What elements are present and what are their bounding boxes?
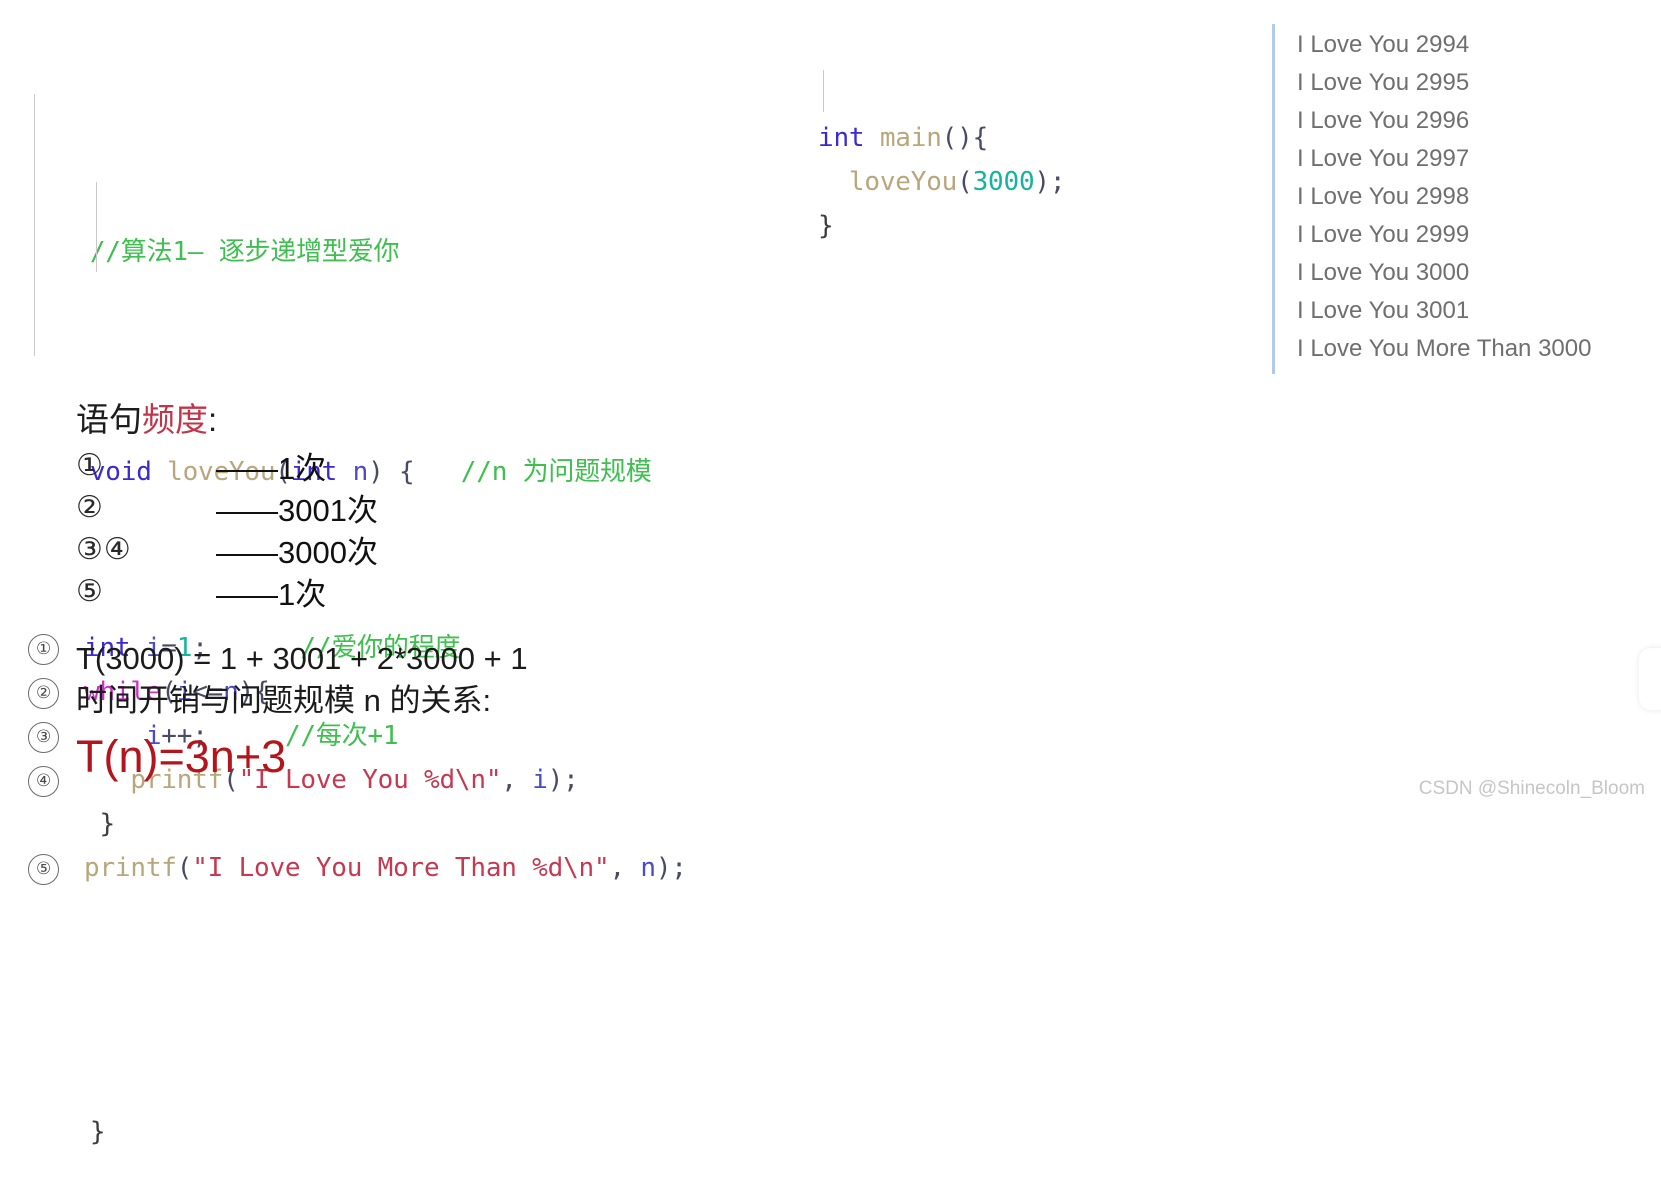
console-line-list: I Love You 2994 I Love You 2995 I Love You… <box>1297 26 1644 368</box>
frequency-row-1-count: ——1次 <box>216 450 327 486</box>
frequency-row-3-marks: ③④ <box>76 532 132 566</box>
step-marker-6: ⑤ <box>28 854 59 885</box>
console-line-9: I Love You More Than 3000 <box>1297 335 1592 362</box>
indent-guide-outer <box>34 94 35 356</box>
step-marker-3: ③ <box>28 722 59 753</box>
frequency-table: ① ——1次 ② ——3001次 ③④ ——3000次 ⑤ ——1次 <box>76 444 528 612</box>
main-function-body: int main(){ loveYou(3000);} <box>818 116 1066 248</box>
main-code-line-1-token-0: int <box>818 123 865 153</box>
code-line-6-token-4: n <box>640 853 656 883</box>
main-function-code-block: int main(){ loveYou(3000);} <box>818 28 1066 292</box>
console-line-8: I Love You 3001 <box>1297 297 1470 324</box>
code-line-6-token-2: "I Love You More Than %d\n" <box>192 853 610 883</box>
csdn-watermark: CSDN @Shinecoln_Bloom <box>1418 778 1645 799</box>
main-code-line-1-token-1: main <box>864 123 942 153</box>
main-code-line-3-token-0: } <box>818 211 834 241</box>
console-line-7: I Love You 3000 <box>1297 259 1470 286</box>
code-line-title-comment: //算法1— 逐步递增型爱你 <box>28 186 687 267</box>
main-code-line-2-token-3: ); <box>1034 167 1066 197</box>
title-comment-text: //算法1— 逐步递增型爱你 <box>89 237 400 267</box>
frequency-row-2-marks: ② <box>76 490 104 524</box>
complexity-analysis-section: 语句频度: ① ——1次 ② ——3001次 ③④ ——3000次 ⑤ ——1次 T(3000… <box>76 396 528 786</box>
console-line-1: I Love You 2994 <box>1297 31 1470 58</box>
main-indent-guide <box>823 70 824 112</box>
formula-final-result: T(n)=3n+3 <box>76 731 287 782</box>
edge-floating-widget[interactable] <box>1639 648 1661 710</box>
step-marker-4: ④ <box>28 766 59 797</box>
console-line-3: I Love You 2996 <box>1297 107 1470 134</box>
indent-guide-inner <box>96 182 97 272</box>
code-line-4-token-4: i <box>532 765 548 795</box>
frequency-row-4-count: ——1次 <box>216 576 327 612</box>
formula-numeric: T(3000) = 1 + 3001 + 2*3000 + 1 <box>76 641 528 676</box>
main-indent-2 <box>818 167 849 197</box>
statement-frequency-heading: 语句频度: <box>76 396 528 444</box>
main-code-line-2-token-2: 3000 <box>972 167 1035 197</box>
heading-suffix: : <box>208 401 218 438</box>
frequency-row-4: ⑤ ——1次 <box>76 570 528 612</box>
code-line-4-token-5: ); <box>547 765 579 795</box>
code-line-5: } <box>28 802 687 846</box>
frequency-row-3-count: ——3000次 <box>216 534 378 570</box>
frequency-row-2: ② ——3001次 <box>76 486 528 528</box>
main-code-line-1-token-2: (){ <box>941 123 989 153</box>
formula-group: T(3000) = 1 + 3001 + 2*3000 + 1 时间开销与问题规… <box>76 638 528 786</box>
console-line-4: I Love You 2997 <box>1297 145 1470 172</box>
main-code-line-3: } <box>818 204 1065 248</box>
frequency-row-1-marks: ① <box>76 448 104 482</box>
console-line-5: I Love You 2998 <box>1297 183 1470 210</box>
console-line-6: I Love You 2999 <box>1297 221 1470 248</box>
heading-highlight: 频度 <box>142 401 208 438</box>
step-marker-1: ① <box>28 634 59 665</box>
code-line-closing-brace: } <box>28 1066 687 1147</box>
console-line-2: I Love You 2995 <box>1297 69 1470 96</box>
step-marker-2: ② <box>28 678 59 709</box>
console-output-panel: I Love You 2994 I Love You 2995 I Love You… <box>1272 24 1644 374</box>
heading-prefix: 语句 <box>76 401 142 438</box>
main-code-line-2-token-0: loveYou <box>848 167 958 197</box>
main-code-line-2: loveYou(3000); <box>818 160 1066 204</box>
code-line-6-token-0: printf <box>84 853 177 883</box>
formula-relation-label: 时间开销与问题规模 n 的关系: <box>76 683 492 718</box>
frequency-row-3: ③④ ——3000次 <box>76 528 528 570</box>
closing-brace-text: } <box>89 1117 106 1147</box>
code-line-6: ⑤ printf("I Love You More Than %d\n", n); <box>28 846 687 890</box>
code-line-6-token-5: ); <box>655 853 687 883</box>
frequency-row-2-count: ——3001次 <box>216 492 378 528</box>
main-code-line-2-token-1: ( <box>957 167 973 197</box>
main-code-line-1: int main(){ <box>818 116 1065 160</box>
frequency-row-1: ① ——1次 <box>76 444 528 486</box>
code-line-6-token-1: ( <box>176 853 193 883</box>
frequency-row-4-marks: ⑤ <box>76 574 104 608</box>
code-line-6-token-3: , <box>609 853 641 883</box>
